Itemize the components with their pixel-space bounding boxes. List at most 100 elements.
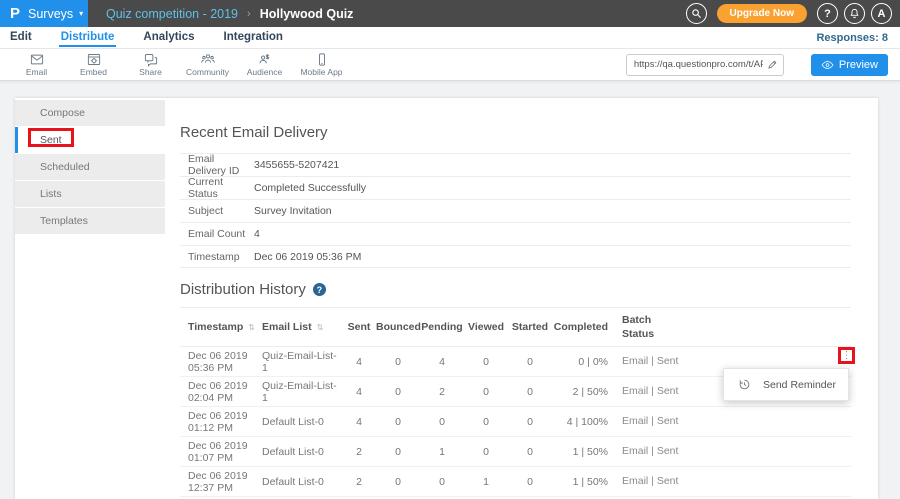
cell-batch-status: Email | Sent <box>622 474 702 488</box>
channel-mobile-app[interactable]: Mobile App <box>293 52 350 77</box>
row-context-menu: Send Reminder <box>723 368 849 401</box>
channel-embed[interactable]: Embed <box>65 52 122 77</box>
cell-pending: 0 <box>420 416 464 428</box>
sidebar-item-scheduled[interactable]: Scheduled <box>15 154 165 180</box>
sort-icon: ⇅ <box>317 323 324 332</box>
cell-started: 0 <box>508 416 552 428</box>
cell-pending: 1 <box>420 446 464 458</box>
recent-delivery-title: Recent Email Delivery <box>180 124 851 141</box>
kv-value: 3455655-5207421 <box>254 159 339 171</box>
cell-email-list: Quiz-Email-List-1 <box>262 380 342 404</box>
help-tooltip-icon[interactable]: ? <box>313 283 326 296</box>
cell-completed: 1 | 50% <box>552 446 608 458</box>
table-row: Dec 06 2019 01:07 PM Default List-0 2 0 … <box>180 437 851 467</box>
table-row: Email Count 4 <box>180 222 851 245</box>
cell-bounced: 0 <box>376 416 420 428</box>
sidebar-item-templates[interactable]: Templates <box>15 208 165 234</box>
cell-bounced: 0 <box>376 386 420 398</box>
cell-completed: 0 | 0% <box>552 356 608 368</box>
cell-completed: 1 | 50% <box>552 476 608 488</box>
sidebar-item-compose[interactable]: Compose <box>15 100 165 126</box>
tab-edit[interactable]: Edit <box>8 28 34 47</box>
distribution-history-header: Distribution History ? <box>180 281 851 298</box>
column-header-started: Started <box>508 321 552 333</box>
breadcrumb-parent-link[interactable]: Quiz competition - 2019 <box>106 7 238 21</box>
channel-label: Email <box>26 67 47 77</box>
channel-email[interactable]: Email <box>8 52 65 77</box>
channel-community[interactable]: Community <box>179 52 236 77</box>
menu-item-send-reminder[interactable]: Send Reminder <box>763 379 836 391</box>
bell-icon <box>849 8 860 19</box>
column-header-pending: Pending <box>420 321 464 333</box>
kv-label: Email Delivery ID <box>180 153 254 177</box>
column-header-timestamp[interactable]: Timestamp⇅ <box>180 321 262 333</box>
search-icon <box>691 8 702 19</box>
channel-share[interactable]: Share <box>122 52 179 77</box>
edit-url-button[interactable] <box>767 59 778 70</box>
tab-distribute[interactable]: Distribute <box>59 28 117 47</box>
mobile-app-icon <box>314 52 330 67</box>
chevron-down-icon: ▾ <box>79 9 83 18</box>
cell-pending: 4 <box>420 356 464 368</box>
channel-label: Audience <box>247 67 282 77</box>
cell-timestamp: Dec 06 2019 01:12 PM <box>180 410 262 434</box>
cell-completed: 4 | 100% <box>552 416 608 428</box>
sort-icon: ⇅ <box>248 323 255 332</box>
pencil-icon <box>767 59 778 70</box>
channel-label: Embed <box>80 67 107 77</box>
tab-integration[interactable]: Integration <box>222 28 285 47</box>
cell-batch-status: Email | Sent <box>622 354 702 368</box>
kv-label: Email Count <box>180 228 254 240</box>
breadcrumb-separator: › <box>247 8 251 20</box>
kv-value: Dec 06 2019 05:36 PM <box>254 251 361 263</box>
tab-analytics[interactable]: Analytics <box>141 28 196 47</box>
cell-pending: 0 <box>420 476 464 488</box>
survey-url-input[interactable] <box>634 59 763 70</box>
main-card: Compose Sent Scheduled Lists Templates R… <box>15 98 878 499</box>
breadcrumb: Quiz competition - 2019 › Hollywood Quiz <box>88 0 686 27</box>
column-header-email-list[interactable]: Email List⇅ <box>262 321 342 333</box>
distribute-toolbar: Email Embed Share Community Audience Mob… <box>0 49 900 81</box>
table-row: Dec 06 2019 01:12 PM Default List-0 4 0 … <box>180 407 851 437</box>
surveys-menu-label: Surveys <box>28 7 73 21</box>
kv-label: Current Status <box>180 176 254 200</box>
channel-label: Community <box>186 67 229 77</box>
surveys-menu[interactable]: P Surveys ▾ <box>0 0 88 27</box>
top-header: P Surveys ▾ Quiz competition - 2019 › Ho… <box>0 0 900 27</box>
annotation-box-kebab: ⋮ <box>838 347 855 364</box>
sent-panel: Recent Email Delivery Email Delivery ID … <box>180 98 851 497</box>
distribute-sidebar: Compose Sent Scheduled Lists Templates <box>15 100 165 235</box>
cell-bounced: 0 <box>376 476 420 488</box>
avatar[interactable]: A <box>871 3 892 24</box>
cell-started: 0 <box>508 476 552 488</box>
breadcrumb-current: Hollywood Quiz <box>260 7 354 21</box>
column-header-batch-status: Batch Status <box>622 313 672 341</box>
recent-delivery-table: Email Delivery ID 3455655-5207421 Curren… <box>180 153 851 268</box>
help-button[interactable]: ? <box>817 3 838 24</box>
search-button[interactable] <box>686 3 707 24</box>
table-header-row: Timestamp⇅ Email List⇅ Sent Bounced Pend… <box>180 307 851 347</box>
preview-button[interactable]: Preview <box>811 54 888 76</box>
kv-label: Timestamp <box>180 251 254 263</box>
notifications-button[interactable] <box>844 3 865 24</box>
audience-icon <box>257 52 273 67</box>
cell-batch-status: Email | Sent <box>622 414 702 428</box>
table-row: Subject Survey Invitation <box>180 199 851 222</box>
table-row: Timestamp Dec 06 2019 05:36 PM <box>180 245 851 268</box>
cell-completed: 2 | 50% <box>552 386 608 398</box>
column-header-viewed: Viewed <box>464 321 508 333</box>
channel-audience[interactable]: Audience <box>236 52 293 77</box>
sidebar-item-lists[interactable]: Lists <box>15 181 165 207</box>
cell-viewed: 0 <box>464 416 508 428</box>
cell-started: 0 <box>508 386 552 398</box>
responses-count[interactable]: Responses: 8 <box>816 32 888 44</box>
cell-bounced: 0 <box>376 446 420 458</box>
distribution-history-table: Timestamp⇅ Email List⇅ Sent Bounced Pend… <box>180 307 851 497</box>
survey-url-box <box>626 54 784 76</box>
channel-label: Share <box>139 67 162 77</box>
cell-started: 0 <box>508 446 552 458</box>
column-header-completed: Completed <box>552 321 608 333</box>
kv-label: Subject <box>180 205 254 217</box>
row-actions-kebab-icon[interactable]: ⋮ <box>842 351 852 361</box>
upgrade-now-button[interactable]: Upgrade Now <box>717 4 807 23</box>
